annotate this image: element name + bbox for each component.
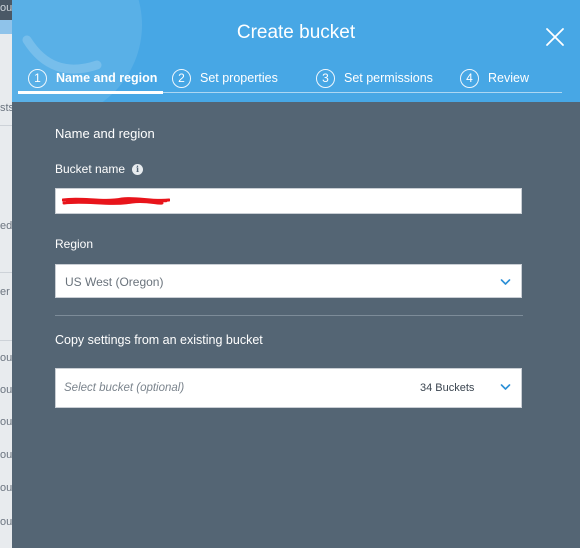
background-text: ou (0, 352, 12, 364)
step-set-permissions[interactable]: 3 Set permissions (316, 66, 433, 90)
bucket-count: 34 Buckets (420, 382, 475, 394)
region-label: Region (55, 237, 94, 251)
step-label: Set permissions (344, 71, 433, 85)
region-value: US West (Oregon) (65, 275, 164, 289)
info-icon[interactable]: i (132, 163, 144, 175)
background-text: sts (0, 102, 12, 114)
section-title: Name and region (55, 126, 155, 141)
step-number: 3 (316, 68, 335, 88)
background-text: ou (0, 449, 12, 461)
background-text: ou (0, 482, 12, 494)
background-text: ou (0, 2, 12, 14)
section-divider (55, 315, 523, 316)
background-divider (0, 340, 12, 341)
step-label: Set properties (200, 71, 278, 85)
copy-settings-title: Copy settings from an existing bucket (55, 333, 263, 347)
background-text: ou (0, 384, 12, 396)
region-select[interactable]: US West (Oregon) (55, 264, 522, 298)
step-number: 4 (460, 68, 479, 88)
background-banner (0, 20, 12, 34)
step-label: Review (488, 71, 529, 85)
background-divider (0, 125, 12, 126)
modal-header: Create bucket 1 Name and region 2 Set pr… (12, 0, 580, 102)
copy-bucket-placeholder: Select bucket (optional) (64, 382, 185, 394)
step-number: 1 (28, 68, 47, 88)
bucket-name-label-text: Bucket name (55, 162, 126, 176)
background-text: ou (0, 416, 12, 428)
active-step-indicator (18, 91, 163, 94)
wizard-steps: 1 Name and region 2 Set properties 3 Set… (12, 66, 580, 96)
step-number: 2 (172, 68, 191, 88)
step-review[interactable]: 4 Review (460, 66, 529, 90)
background-text: er (0, 286, 10, 298)
step-name-and-region[interactable]: 1 Name and region (28, 66, 157, 90)
background-text: ou (0, 516, 12, 528)
redaction-scribble (62, 197, 170, 205)
close-button[interactable] (544, 26, 566, 48)
create-bucket-modal: Create bucket 1 Name and region 2 Set pr… (12, 0, 580, 548)
chevron-down-icon (500, 384, 511, 390)
copy-bucket-select[interactable]: Select bucket (optional) 34 Buckets (55, 368, 522, 408)
chevron-down-icon (500, 279, 511, 285)
bucket-name-input[interactable] (55, 188, 522, 214)
modal-title: Create bucket (236, 22, 356, 43)
step-label: Name and region (56, 71, 158, 85)
step-set-properties[interactable]: 2 Set properties (172, 66, 278, 90)
background-text: ed (0, 220, 12, 232)
close-icon (546, 28, 564, 46)
background-divider (0, 272, 12, 273)
bucket-name-label: Bucket name i (55, 162, 144, 176)
